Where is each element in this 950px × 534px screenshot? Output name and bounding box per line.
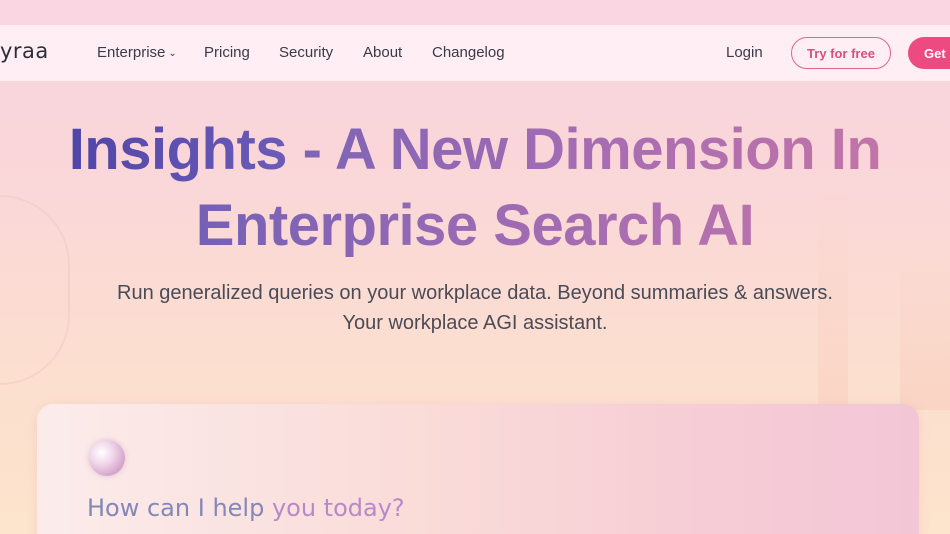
assistant-greeting: How can I help you today? <box>87 494 405 522</box>
assistant-chat-card[interactable]: How can I help you today? <box>37 404 919 534</box>
hero-title-line2: Enterprise Search AI <box>195 193 755 258</box>
try-for-free-button[interactable]: Try for free <box>791 37 891 69</box>
hero-subtitle: Run generalized queries on your workplac… <box>0 278 950 338</box>
hero-title: Insights - A New Dimension In Enterprise… <box>0 112 950 264</box>
brand-logo[interactable]: yraa <box>0 39 49 63</box>
nav-item-changelog[interactable]: Changelog <box>432 44 505 61</box>
hero-title-line1-rest: - A New Dimension In <box>287 117 882 182</box>
nav-item-label: Enterprise <box>97 44 166 61</box>
hero-subtitle-line2: Your workplace AGI assistant. <box>342 312 608 334</box>
chevron-down-icon: ⌄ <box>168 48 177 59</box>
get-started-button[interactable]: Get <box>908 37 950 69</box>
hero-subtitle-line1: Run generalized queries on your workplac… <box>117 282 833 304</box>
greeting-part1: How can I help <box>87 494 272 522</box>
hero-title-highlight: Insights <box>68 117 288 182</box>
nav-item-about[interactable]: About <box>363 44 402 61</box>
greeting-part2: you today? <box>271 494 405 522</box>
nav-item-security[interactable]: Security <box>279 44 333 61</box>
login-link[interactable]: Login <box>726 44 763 61</box>
top-banner-strip <box>0 0 950 25</box>
nav-item-enterprise[interactable]: Enterprise ⌄ <box>97 44 177 61</box>
assistant-orb-icon <box>89 440 125 476</box>
top-navbar: yraa Enterprise ⌄ Pricing Security About … <box>0 25 950 81</box>
nav-item-pricing[interactable]: Pricing <box>204 44 250 61</box>
